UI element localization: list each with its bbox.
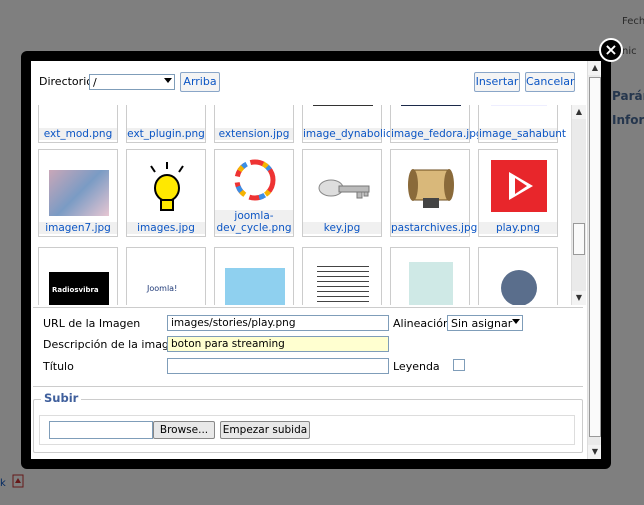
image-filename: image_sahabunt xyxy=(479,128,567,140)
modal-scrollbar[interactable]: ▲ ▼ xyxy=(587,61,601,459)
image-filename: pastarchives.jpg xyxy=(391,222,478,234)
image-tile[interactable]: joomla-dev_cycle.png xyxy=(214,149,294,237)
upload-legend: Subir xyxy=(41,391,82,405)
thumbnail xyxy=(49,170,109,216)
image-tile[interactable]: play.png xyxy=(478,149,558,237)
description-label: Descripción de la imagen xyxy=(43,338,183,351)
start-upload-button[interactable]: Empezar subida xyxy=(220,421,310,439)
scrollbar-thumb[interactable] xyxy=(589,77,601,437)
title-label: Título xyxy=(43,360,74,373)
insert-button[interactable]: Insertar xyxy=(474,72,520,92)
cancel-button[interactable]: Cancelar xyxy=(525,72,575,92)
scroll-thumbnail xyxy=(408,169,454,208)
image-tile[interactable]: image_fedora.jpg xyxy=(390,105,483,143)
align-label: Alineación xyxy=(393,317,450,330)
align-value: Sin asignar xyxy=(451,317,513,330)
key-thumbnail xyxy=(318,179,370,199)
image-tile[interactable]: imagen7.jpg xyxy=(38,149,118,237)
caption-label: Leyenda xyxy=(393,360,440,373)
image-tile[interactable]: ext_plugin.png xyxy=(126,105,206,143)
lightbulb-thumbnail xyxy=(150,162,184,211)
image-tile[interactable]: pastarchives.jpg xyxy=(390,149,478,237)
description-input[interactable]: boton para streaming xyxy=(167,336,389,352)
upload-section: Subir Browse... Empezar subida xyxy=(33,391,583,453)
image-tile[interactable] xyxy=(390,247,470,305)
image-insert-modal: Directorio / Arriba Insertar Cancelar ex… xyxy=(21,51,611,469)
file-input[interactable] xyxy=(49,421,153,439)
cycle-thumbnail xyxy=(234,159,276,201)
thumbnail-caption: Joomla! xyxy=(147,284,178,293)
image-properties-form: URL de la Imagen images/stories/play.png… xyxy=(33,307,583,387)
image-tile[interactable] xyxy=(214,247,294,305)
align-select[interactable]: Sin asignar xyxy=(447,315,523,331)
dropdown-arrow-icon xyxy=(512,319,520,324)
thumbnail xyxy=(491,105,547,106)
up-button[interactable]: Arriba xyxy=(180,72,220,92)
directory-select[interactable]: / xyxy=(89,74,175,90)
image-filename: imagen7.jpg xyxy=(39,222,117,234)
dropdown-arrow-icon xyxy=(164,78,172,83)
image-filename: images.jpg xyxy=(127,222,205,234)
thumbnail xyxy=(501,270,537,305)
image-filename: image_fedora.jpg xyxy=(391,128,483,140)
image-filename: key.jpg xyxy=(303,222,381,234)
image-filename: joomla-dev_cycle.png xyxy=(215,210,293,234)
image-tile[interactable]: extension.jpg xyxy=(214,105,294,143)
image-tile[interactable]: image_dynabolic xyxy=(302,105,392,143)
image-tile[interactable] xyxy=(478,247,558,305)
thumbnail xyxy=(225,268,285,305)
image-tile[interactable]: Radiosvibra xyxy=(38,247,118,305)
image-browser-scrollbar[interactable]: ▲ ▼ xyxy=(571,105,586,305)
play-thumbnail xyxy=(491,160,547,212)
scroll-up-icon[interactable]: ▲ xyxy=(588,61,601,75)
directory-value: / xyxy=(93,76,97,89)
scrollbar-thumb[interactable] xyxy=(573,223,585,255)
url-input[interactable]: images/stories/play.png xyxy=(167,315,389,331)
thumbnail xyxy=(401,105,461,106)
image-filename: image_dynabolic xyxy=(303,128,392,140)
scroll-up-icon[interactable]: ▲ xyxy=(572,105,586,119)
close-icon[interactable]: × xyxy=(599,38,623,62)
image-browser: ext_mod.png ext_plugin.png extension.jpg… xyxy=(31,105,587,305)
image-filename: ext_plugin.png xyxy=(127,128,205,140)
thumbnail: Joomla! xyxy=(141,278,193,298)
image-tile[interactable] xyxy=(302,247,382,305)
browse-button[interactable]: Browse... xyxy=(153,421,215,439)
scroll-down-icon[interactable]: ▼ xyxy=(588,445,601,459)
modal-content: Directorio / Arriba Insertar Cancelar ex… xyxy=(31,61,601,459)
scroll-down-icon[interactable]: ▼ xyxy=(572,291,586,305)
thumbnail xyxy=(409,262,453,305)
url-label: URL de la Imagen xyxy=(43,317,141,330)
image-filename: extension.jpg xyxy=(215,128,293,140)
thumbnail: Radiosvibra xyxy=(49,272,109,305)
image-filename: ext_mod.png xyxy=(39,128,117,140)
directory-label: Directorio xyxy=(39,75,93,88)
image-tile[interactable]: images.jpg xyxy=(126,149,206,237)
image-tile[interactable]: ext_mod.png xyxy=(38,105,118,143)
image-tile[interactable]: key.jpg xyxy=(302,149,382,237)
caption-checkbox[interactable] xyxy=(453,359,465,371)
thumbnail xyxy=(313,105,373,106)
title-input[interactable] xyxy=(167,358,389,374)
toolbar: Directorio / Arriba Insertar Cancelar xyxy=(37,67,575,97)
thumbnail-caption: Radiosvibra xyxy=(52,286,99,294)
thumbnail xyxy=(317,262,369,305)
image-tile[interactable]: image_sahabunt xyxy=(478,105,567,143)
image-tile[interactable]: Joomla! xyxy=(126,247,206,305)
image-filename: play.png xyxy=(479,222,557,234)
